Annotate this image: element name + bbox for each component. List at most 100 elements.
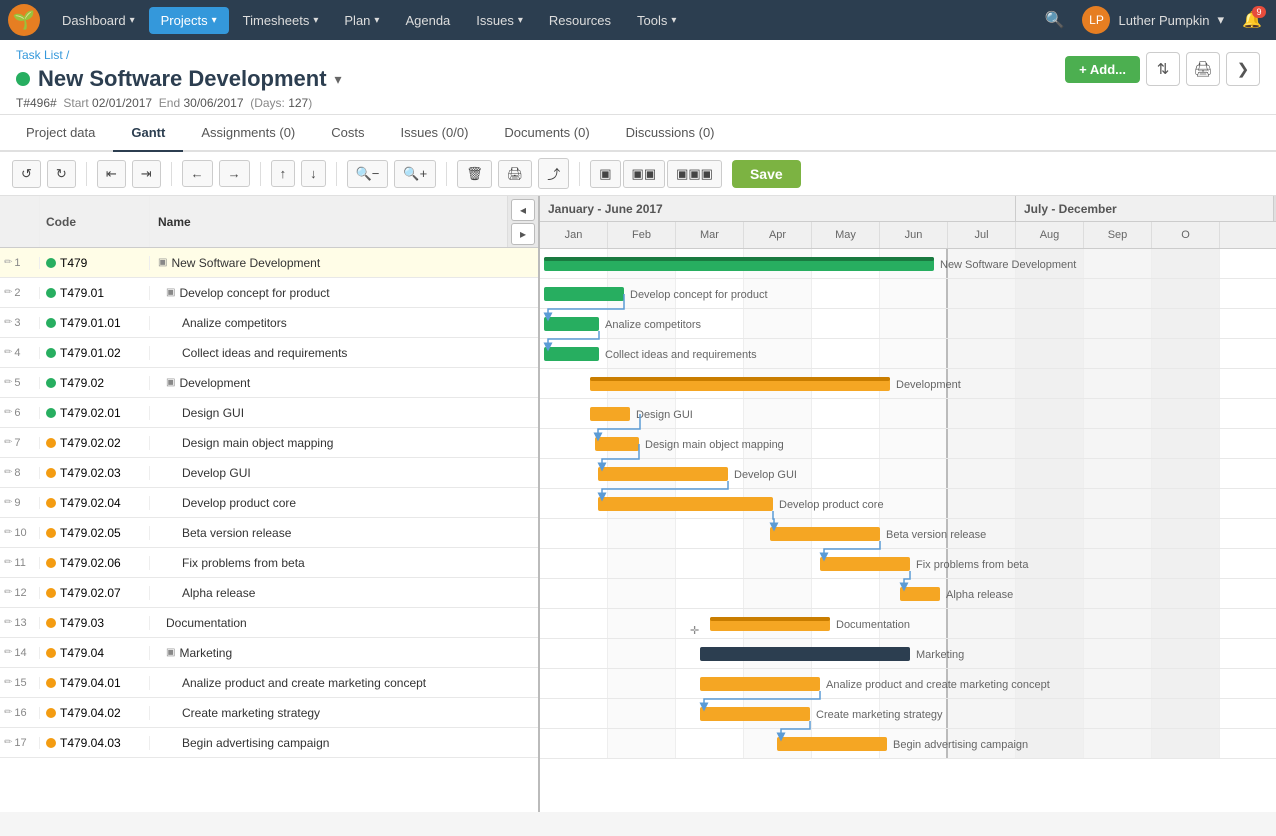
collapse-icon[interactable]: ▣ (166, 377, 175, 388)
table-row[interactable]: ✏ 13 T479.03 Documentation (0, 608, 538, 638)
pencil-icon[interactable]: ✏ (4, 377, 12, 388)
task-status-dot (46, 738, 56, 748)
nav-issues[interactable]: Issues ▾ (464, 7, 535, 34)
nav-tools[interactable]: Tools ▾ (625, 7, 688, 34)
pencil-icon[interactable]: ✏ (4, 407, 12, 418)
tab-costs[interactable]: Costs (313, 115, 382, 152)
pencil-icon[interactable]: ✏ (4, 617, 12, 628)
bar-row12[interactable] (900, 587, 940, 601)
tab-discussions[interactable]: Discussions (0) (608, 115, 733, 152)
tab-gantt[interactable]: Gantt (113, 115, 183, 152)
pencil-icon[interactable]: ✏ (4, 707, 12, 718)
save-button[interactable]: Save (732, 160, 801, 188)
bar-row3[interactable] (544, 317, 599, 331)
collapse-panel-icon[interactable]: ❯ (1226, 52, 1260, 86)
table-row[interactable]: ✏ 14 T479.04 ▣ Marketing (0, 638, 538, 668)
breadcrumb[interactable]: Task List / (16, 48, 342, 62)
table-row[interactable]: ✏ 12 T479.02.07 Alpha release (0, 578, 538, 608)
collapse-icon[interactable]: ▣ (166, 287, 175, 298)
bar-row10[interactable] (770, 527, 880, 541)
bar-row2[interactable] (544, 287, 624, 301)
print-gantt-button[interactable]: 🖨 (498, 160, 533, 188)
table-row[interactable]: ✏ 15 T479.04.01 Analize product and crea… (0, 668, 538, 698)
bar-row15[interactable] (700, 677, 820, 691)
pencil-icon[interactable]: ✏ (4, 737, 12, 748)
table-row[interactable]: ✏ 1 T479 ▣ New Software Development (0, 248, 538, 278)
table-row[interactable]: ✏ 6 T479.02.01 Design GUI (0, 398, 538, 428)
pencil-icon[interactable]: ✏ (4, 317, 12, 328)
bar-row14[interactable] (700, 647, 910, 661)
pencil-icon[interactable]: ✏ (4, 347, 12, 358)
project-meta: T#496# Start 02/01/2017 End 30/06/2017 (… (16, 96, 342, 110)
bar-row16[interactable] (700, 707, 810, 721)
scroll-up-icon[interactable]: ◂ (511, 199, 535, 221)
pencil-icon[interactable]: ✏ (4, 497, 12, 508)
nav-dashboard[interactable]: Dashboard ▾ (50, 7, 147, 34)
table-row[interactable]: ✏ 10 T479.02.05 Beta version release (0, 518, 538, 548)
bar-row8[interactable] (598, 467, 728, 481)
zoom-in-button[interactable]: 🔍+ (394, 160, 436, 188)
pencil-icon[interactable]: ✏ (4, 257, 12, 268)
zoom-out-button[interactable]: 🔍− (347, 160, 389, 188)
indent-right-button[interactable]: ⇥ (132, 160, 161, 188)
pencil-icon[interactable]: ✏ (4, 437, 12, 448)
view-option-3[interactable]: ▣▣▣ (667, 160, 722, 188)
nav-resources[interactable]: Resources (537, 7, 623, 34)
table-row[interactable]: ✏ 8 T479.02.03 Develop GUI (0, 458, 538, 488)
move-left-button[interactable]: ← (182, 160, 213, 187)
table-row[interactable]: ✏ 9 T479.02.04 Develop product core (0, 488, 538, 518)
bar-row7[interactable] (595, 437, 639, 451)
tab-project-data[interactable]: Project data (8, 115, 113, 152)
view-option-1[interactable]: ▣ (590, 160, 620, 188)
export-button[interactable]: ⤴ (538, 158, 569, 189)
table-row[interactable]: ✏ 16 T479.04.02 Create marketing strateg… (0, 698, 538, 728)
nav-plan[interactable]: Plan ▾ (332, 7, 391, 34)
pencil-icon[interactable]: ✏ (4, 287, 12, 298)
tab-documents[interactable]: Documents (0) (486, 115, 607, 152)
redo-button[interactable]: ↻ (47, 160, 76, 188)
add-button[interactable]: + Add... (1065, 56, 1140, 83)
undo-button[interactable]: ↺ (12, 160, 41, 188)
table-row[interactable]: ✏ 4 T479.01.02 Collect ideas and require… (0, 338, 538, 368)
bar-row6[interactable] (590, 407, 630, 421)
search-icon[interactable]: 🔍 (1039, 4, 1071, 36)
scroll-down-icon[interactable]: ▸ (511, 223, 535, 245)
delete-button[interactable]: 🗑 (457, 160, 492, 188)
nav-timesheets[interactable]: Timesheets ▾ (231, 7, 331, 34)
tab-assignments[interactable]: Assignments (0) (183, 115, 313, 152)
bar-row4[interactable] (544, 347, 599, 361)
indent-left-button[interactable]: ⇤ (97, 160, 126, 188)
print-icon[interactable]: 🖨 (1186, 52, 1220, 86)
sort-icon[interactable]: ⇅ (1146, 52, 1180, 86)
pencil-icon[interactable]: ✏ (4, 557, 12, 568)
move-down-button[interactable]: ↓ (301, 160, 326, 187)
nav-agenda[interactable]: Agenda (393, 7, 462, 34)
table-row[interactable]: ✏ 5 T479.02 ▣ Development (0, 368, 538, 398)
pencil-icon[interactable]: ✏ (4, 677, 12, 688)
bar-row9[interactable] (598, 497, 773, 511)
pencil-icon[interactable]: ✏ (4, 647, 12, 658)
bar-row11[interactable] (820, 557, 910, 571)
collapse-icon[interactable]: ▣ (158, 257, 167, 268)
nav-projects[interactable]: Projects ▾ (149, 7, 229, 34)
view-option-2[interactable]: ▣▣ (623, 160, 666, 188)
pencil-icon[interactable]: ✏ (4, 467, 12, 478)
table-row[interactable]: ✏ 11 T479.02.06 Fix problems from beta (0, 548, 538, 578)
project-title-chevron-icon[interactable]: ▾ (335, 71, 342, 88)
table-row[interactable]: ✏ 7 T479.02.02 Design main object mappin… (0, 428, 538, 458)
table-row[interactable]: ✏ 2 T479.01 ▣ Develop concept for produc… (0, 278, 538, 308)
pencil-icon[interactable]: ✏ (4, 587, 12, 598)
notifications-bell[interactable]: 🔔 9 (1236, 4, 1268, 36)
table-row[interactable]: ✏ 17 T479.04.03 Begin advertising campai… (0, 728, 538, 758)
pencil-icon[interactable]: ✏ (4, 527, 12, 538)
move-up-button[interactable]: ↑ (271, 160, 296, 187)
user-menu[interactable]: LP Luther Pumpkin ▾ (1072, 2, 1234, 38)
row-name: Alpha release (150, 586, 538, 600)
table-row[interactable]: ✏ 3 T479.01.01 Analize competitors (0, 308, 538, 338)
gantt-chart[interactable]: January - June 2017 July - December Jan … (540, 196, 1276, 812)
bar-row17[interactable] (777, 737, 887, 751)
row-code: T479.02.04 (40, 496, 150, 510)
move-right-button[interactable]: → (219, 160, 250, 187)
collapse-icon[interactable]: ▣ (166, 647, 175, 658)
tab-issues[interactable]: Issues (0/0) (382, 115, 486, 152)
